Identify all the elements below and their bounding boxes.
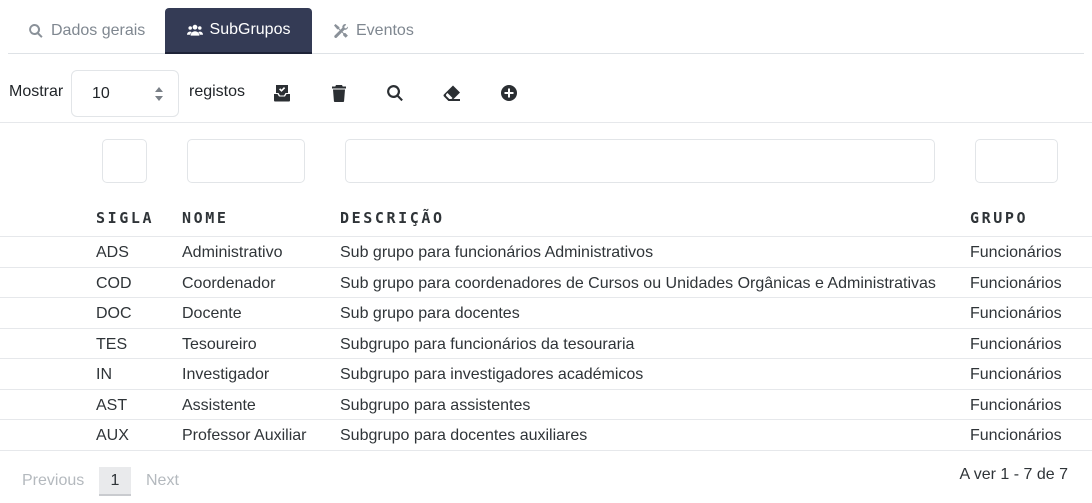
cell-sigla: AST [96,396,128,414]
cell-grupo: Funcionários [970,335,1062,353]
cell-nome: Docente [182,305,242,322]
cell-nome: Professor Auxiliar [182,427,307,444]
cell-nome: Coordenador [182,274,276,292]
table-row[interactable]: IN Investigador Subgrupo para investigad… [0,359,1092,390]
cell-sigla: TES [96,335,128,353]
cell-descricao: Subgrupo para funcionários da tesouraria [340,335,635,353]
users-icon [186,24,203,36]
search-icon [29,24,43,38]
previous-page-button[interactable]: Previous [22,472,84,490]
trash-icon [332,85,346,102]
page-size-value: 10 [92,85,110,102]
tab-subgrupos[interactable]: SubGrupos [165,8,312,54]
cell-grupo: Funcionários [970,274,1062,292]
search-icon [387,85,403,102]
eraser-icon [443,85,460,101]
export-button[interactable] [271,82,293,104]
table-row[interactable]: ADS Administrativo Sub grupo para funcio… [0,237,1092,268]
table-row[interactable]: DOC Docente Sub grupo para docentes Func… [0,298,1092,329]
cell-grupo: Funcionários [970,366,1062,383]
cell-nome: Investigador [182,366,270,383]
cell-descricao: Subgrupo para investigadores académicos [340,366,644,383]
add-circle-icon [501,85,517,101]
column-header-sigla[interactable]: SIGLA [96,209,154,227]
filter-grupo-input[interactable] [975,139,1058,183]
filter-descricao-input[interactable] [345,139,935,183]
next-page-button[interactable]: Next [146,472,179,490]
cell-grupo: Funcionários [970,305,1062,322]
tab-eventos[interactable]: Eventos [313,8,434,54]
cell-sigla: COD [96,274,132,292]
cell-sigla: AUX [96,427,129,444]
subgroups-table: SIGLA NOME DESCRIÇÃO GRUPO ADS Administr… [0,200,1092,451]
column-header-descricao[interactable]: DESCRIÇÃO [340,209,445,227]
cell-descricao: Subgrupo para docentes auxiliares [340,427,588,444]
column-header-grupo[interactable]: GRUPO [970,209,1028,227]
pagination-info: A ver 1 - 7 de 7 [959,466,1068,483]
tab-label: Dados gerais [51,22,146,39]
table-row[interactable]: AST Assistente Subgrupo para assistentes… [0,390,1092,420]
cell-sigla: ADS [96,244,129,261]
add-button[interactable] [498,82,520,104]
cell-sigla: IN [96,366,112,383]
tab-bar: Dados gerais SubGrupos Eventos [8,8,1084,54]
tools-icon [334,24,349,39]
tab-dados-gerais[interactable]: Dados gerais [8,8,165,54]
table-row[interactable]: TES Tesoureiro Subgrupo para funcionário… [0,329,1092,359]
page-size-select[interactable]: 10 [71,70,179,117]
pagination: Previous 1 Next [0,464,400,496]
cell-sigla: DOC [96,305,132,322]
show-label: Mostrar [9,83,64,100]
delete-button[interactable] [328,82,350,104]
clear-filters-button[interactable] [441,82,463,104]
filter-sigla-input[interactable] [102,139,147,183]
records-label: registos [189,83,246,100]
tab-label: SubGrupos [209,21,291,38]
cell-grupo: Funcionários [970,396,1062,414]
table-header: SIGLA NOME DESCRIÇÃO GRUPO [0,200,1092,237]
tab-label: Eventos [356,22,414,39]
toolbar: Mostrar 10 registos [0,69,1092,123]
cell-descricao: Sub grupo para docentes [340,305,520,322]
export-icon [274,85,290,102]
cell-descricao: Subgrupo para assistentes [340,396,531,414]
search-button[interactable] [384,82,406,104]
cell-nome: Assistente [182,396,256,414]
table-row[interactable]: COD Coordenador Sub grupo para coordenad… [0,268,1092,298]
cell-nome: Administrativo [182,244,283,261]
column-header-nome[interactable]: NOME [182,209,229,227]
table-row[interactable]: AUX Professor Auxiliar Subgrupo para doc… [0,420,1092,451]
sort-arrows-icon [155,87,163,101]
cell-descricao: Sub grupo para coordenadores de Cursos o… [340,274,936,292]
cell-nome: Tesoureiro [182,335,257,353]
page-1-button[interactable]: 1 [99,467,131,496]
cell-descricao: Sub grupo para funcionários Administrati… [340,244,654,261]
cell-grupo: Funcionários [970,244,1062,261]
cell-grupo: Funcionários [970,427,1062,444]
filter-nome-input[interactable] [187,139,305,183]
